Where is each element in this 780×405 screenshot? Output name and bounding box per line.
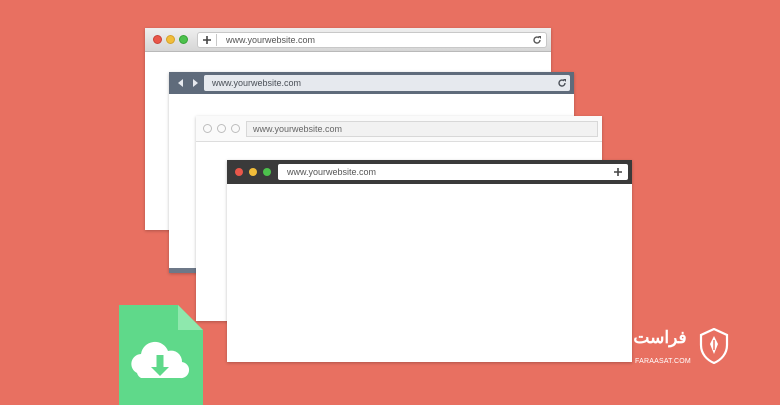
maximize-dot[interactable] [263,168,271,176]
shield-icon [699,328,729,364]
reload-icon[interactable] [532,35,542,45]
forward-arrow-icon[interactable] [191,79,199,87]
browser-toolbar: www.yourwebsite.com [145,28,551,52]
faraasat-logo[interactable]: فراست FARAASAT.COM [631,328,731,378]
url-field[interactable]: www.yourwebsite.com [204,75,570,91]
url-field[interactable]: www.yourwebsite.com [197,32,547,48]
logo-text-en: FARAASAT.COM [635,358,691,365]
url-text: www.yourwebsite.com [226,34,316,45]
browser-toolbar: www.yourwebsite.com [227,160,632,184]
maximize-dot[interactable] [179,35,188,44]
minimize-dot[interactable] [166,35,175,44]
browser-window-dark: www.yourwebsite.com [227,160,632,362]
url-text: www.yourwebsite.com [287,166,377,177]
plus-icon[interactable] [202,35,212,45]
url-field[interactable]: www.yourwebsite.com [278,164,628,180]
plus-icon[interactable] [613,167,623,177]
maximize-dot[interactable] [231,124,240,133]
url-field[interactable]: www.yourwebsite.com [246,121,598,137]
close-dot[interactable] [235,168,243,176]
browser-toolbar: www.yourwebsite.com [169,72,574,94]
close-dot[interactable] [153,35,162,44]
url-text: www.yourwebsite.com [253,123,343,134]
logo-text-fa: فراست [633,328,687,347]
divider [216,34,217,46]
minimize-dot[interactable] [217,124,226,133]
close-dot[interactable] [203,124,212,133]
file-download-icon [119,305,203,405]
minimize-dot[interactable] [249,168,257,176]
browser-toolbar: www.yourwebsite.com [196,116,602,142]
reload-icon[interactable] [557,78,567,88]
url-text: www.yourwebsite.com [212,77,302,88]
back-arrow-icon[interactable] [177,79,185,87]
